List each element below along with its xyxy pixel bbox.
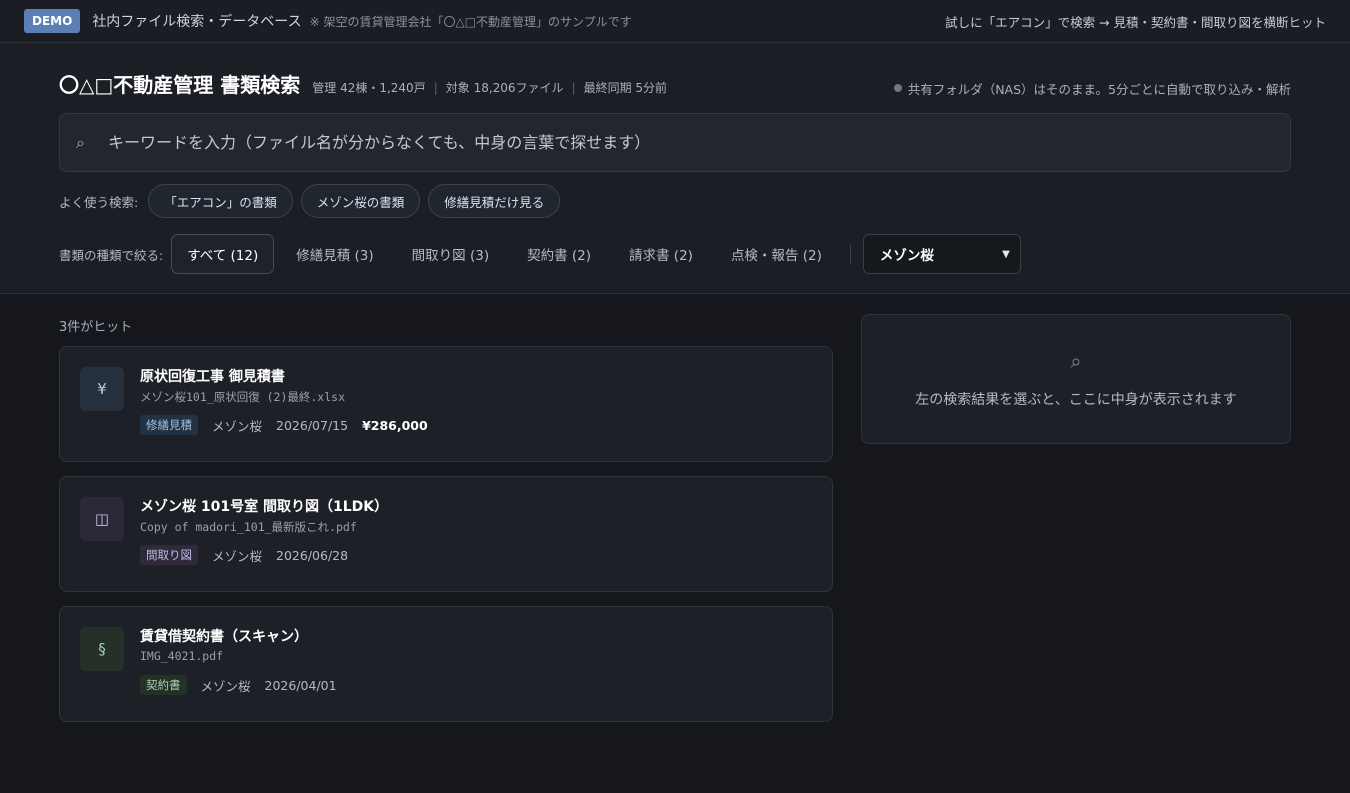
doc-type-badge: 修繕見積 (140, 415, 198, 435)
quick-search-row: よく使う検索: 「エアコン」の書類 メゾン桜の書類 修繕見積だけ見る (59, 184, 1291, 218)
result-filename: メゾン桜101_原状回復 (2)最終.xlsx (140, 390, 346, 404)
search-hint: 試しに「エアコン」で検索 → 見積・契約書・間取り図を横断ヒット (945, 14, 1326, 30)
result-filename: Copy of madori_101_最新版これ.pdf (140, 520, 357, 534)
hit-count: 3件がヒット (59, 320, 133, 335)
result-building: メゾン桜 (212, 418, 263, 434)
preview-placeholder-text: 左の検索結果を選ぶと、ここに中身が表示されます (915, 392, 1237, 408)
result-date: 2026/07/15 (276, 417, 349, 433)
stats-line: 管理 42棟・1,240戸 | 対象 18,206ファイル | 最終同期 5分前 (312, 79, 667, 96)
floor-plan-icon: ◫ (80, 497, 124, 541)
stats-separator: | (433, 81, 438, 95)
building-select[interactable]: メゾン桜 ▼ (862, 234, 1021, 274)
stat-buildings: 管理 42棟・1,240戸 (312, 81, 426, 95)
building-select-value: メゾン桜 (879, 248, 934, 264)
search-header: 〇△□不動産管理 書類検索 管理 42棟・1,240戸 | 対象 18,206フ… (0, 43, 1350, 294)
search-box[interactable]: ⌕ (59, 113, 1291, 172)
quick-search-label: よく使う検索: (59, 194, 139, 210)
status-dot-icon (893, 84, 902, 92)
main-area: 3件がヒット ¥ 原状回復工事 御見積書 メゾン桜101_原状回復 (2)最終.… (0, 294, 1350, 722)
stats-separator: | (571, 81, 576, 95)
result-card-body: 原状回復工事 御見積書 メゾン桜101_原状回復 (2)最終.xlsx 修繕見積… (140, 367, 428, 441)
filter-divider (849, 244, 851, 264)
quick-search-chip-maison-sakura[interactable]: メゾン桜の書類 (300, 184, 421, 218)
search-input[interactable] (108, 133, 1274, 152)
result-date: 2026/04/01 (264, 677, 337, 693)
result-meta: 契約書 メゾン桜 2026/04/01 (140, 675, 337, 695)
result-title: メゾン桜 101号室 間取り図（1LDK） (140, 499, 389, 515)
result-building: メゾン桜 (200, 678, 251, 694)
preview-panel: ⌕ 左の検索結果を選ぶと、ここに中身が表示されます (861, 314, 1291, 444)
result-date: 2026/06/28 (276, 547, 349, 563)
contract-section-icon: § (80, 627, 124, 671)
result-price: ¥286,000 (362, 417, 428, 433)
sync-status: 共有フォルダ（NAS）はそのまま。5分ごとに自動で取り込み・解析 (893, 79, 1291, 98)
result-meta: 修繕見積 メゾン桜 2026/07/15 ¥286,000 (140, 415, 428, 435)
top-bar: DEMO 社内ファイル検索・データベース ※ 架空の賃貸管理会社「〇△□不動産管… (0, 0, 1350, 43)
quick-search-chip-repair-estimates[interactable]: 修繕見積だけ見る (428, 184, 561, 218)
sample-note: ※ 架空の賃貸管理会社「〇△□不動産管理」のサンプルです (309, 14, 632, 29)
result-building: メゾン桜 (212, 548, 263, 564)
search-icon: ⌕ (76, 132, 85, 152)
result-title: 賃貸借契約書（スキャン） (140, 629, 308, 645)
results-list: 3件がヒット ¥ 原状回復工事 御見積書 メゾン桜101_原状回復 (2)最終.… (59, 294, 833, 722)
type-filter-row: 書類の種類で絞る: すべて (12) 修繕見積 (3) 間取り図 (3) 契約書… (59, 234, 1291, 274)
page-title: 〇△□不動産管理 書類検索 (59, 73, 301, 97)
app-title: 社内ファイル検索・データベース (92, 14, 302, 30)
result-card-body: メゾン桜 101号室 間取り図（1LDK） Copy of madori_101… (140, 497, 388, 571)
tab-floor-plan[interactable]: 間取り図 (3) (396, 234, 505, 274)
tab-all[interactable]: すべて (12) (171, 234, 275, 274)
result-card[interactable]: § 賃貸借契約書（スキャン） IMG_4021.pdf 契約書 メゾン桜 202… (59, 606, 833, 722)
result-card[interactable]: ◫ メゾン桜 101号室 間取り図（1LDK） Copy of madori_1… (59, 476, 833, 592)
title-row: 〇△□不動産管理 書類検索 管理 42棟・1,240戸 | 対象 18,206フ… (59, 69, 1291, 97)
result-title: 原状回復工事 御見積書 (140, 369, 285, 385)
type-filter-label: 書類の種類で絞る: (59, 247, 164, 263)
result-card[interactable]: ¥ 原状回復工事 御見積書 メゾン桜101_原状回復 (2)最終.xlsx 修繕… (59, 346, 833, 462)
tab-repair-estimate[interactable]: 修繕見積 (3) (280, 234, 389, 274)
search-icon: ⌕ (1070, 349, 1082, 373)
stat-files: 対象 18,206ファイル (445, 81, 564, 95)
result-card-body: 賃貸借契約書（スキャン） IMG_4021.pdf 契約書 メゾン桜 2026/… (140, 627, 337, 701)
result-meta: 間取り図 メゾン桜 2026/06/28 (140, 545, 388, 565)
stat-last-sync: 最終同期 5分前 (583, 81, 668, 95)
chevron-down-icon: ▼ (1002, 248, 1010, 260)
tab-contract[interactable]: 契約書 (2) (511, 234, 607, 274)
doc-type-badge: 間取り図 (140, 545, 198, 565)
demo-badge: DEMO (24, 9, 81, 33)
tab-inspection-report[interactable]: 点検・報告 (2) (715, 234, 838, 274)
tab-invoice[interactable]: 請求書 (2) (613, 234, 709, 274)
yen-icon: ¥ (80, 367, 124, 411)
sync-status-text: 共有フォルダ（NAS）はそのまま。5分ごとに自動で取り込み・解析 (907, 81, 1291, 97)
quick-search-chip-aircon[interactable]: 「エアコン」の書類 (148, 184, 293, 218)
result-filename: IMG_4021.pdf (140, 649, 224, 663)
doc-type-badge: 契約書 (140, 675, 187, 695)
